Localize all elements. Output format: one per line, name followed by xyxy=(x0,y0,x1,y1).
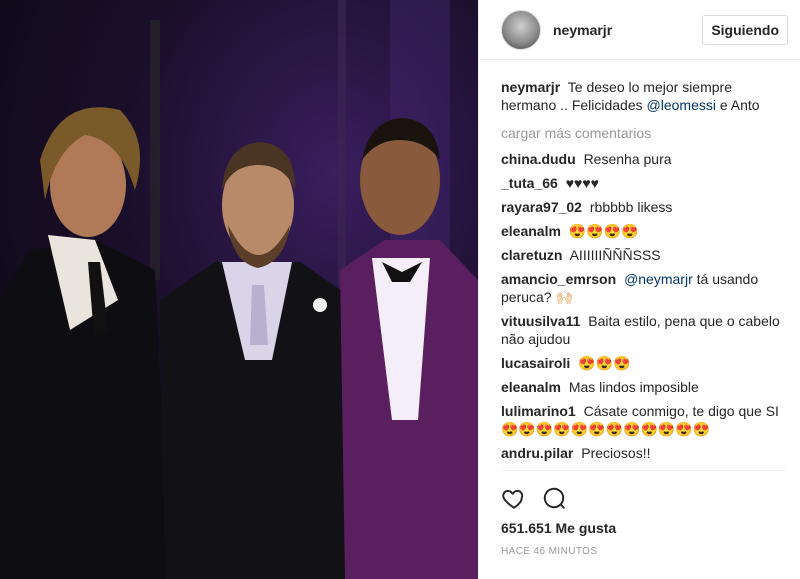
comment-item: lucasairoli 😍😍😍 xyxy=(501,354,786,372)
comments-list: neymarjr Te deseo lo mejor siempre herma… xyxy=(479,60,800,470)
comment-item: vituusilva11 Baita estilo, pena que o ca… xyxy=(501,312,786,348)
post-photo[interactable] xyxy=(0,0,478,579)
comment-text: 😍😍😍😍 xyxy=(568,223,639,239)
post-header: neymarjr Siguiendo xyxy=(479,0,800,60)
post-timestamp: HACE 46 MINUTOS xyxy=(501,546,598,557)
post-username[interactable]: neymarjr xyxy=(553,22,702,38)
photo-illustration xyxy=(0,0,478,579)
caption-text-end: e Anto xyxy=(719,97,760,113)
comment-item: lulimarino1 Cásate conmigo, te digo que … xyxy=(501,402,786,438)
comment-author[interactable]: claretuzn xyxy=(501,247,562,263)
comment-icon[interactable] xyxy=(541,485,567,511)
comment-item: china.dudu Resenha pura xyxy=(501,150,786,168)
comment-mention[interactable]: @neymarjr xyxy=(624,271,693,287)
load-more-comments[interactable]: cargar más comentarios xyxy=(501,124,786,142)
comment-author[interactable]: andru.pilar xyxy=(501,445,573,461)
comment-item: andru.pilar Preciosos!! xyxy=(501,444,786,462)
comment-item: claretuzn AIIIIIIÑÑÑSSS xyxy=(501,246,786,264)
comment-text: ♥♥♥♥ xyxy=(565,175,599,191)
comment-text: rbbbbb likess xyxy=(589,199,673,215)
comment-item: eleanalm Mas lindos imposible xyxy=(501,378,786,396)
comment-author[interactable]: amancio_emrson xyxy=(501,271,616,287)
caption: neymarjr Te deseo lo mejor siempre herma… xyxy=(501,78,786,114)
heart-icon[interactable] xyxy=(501,485,527,511)
post-sidebar: neymarjr Siguiendo neymarjr Te deseo lo … xyxy=(478,0,800,579)
caption-author[interactable]: neymarjr xyxy=(501,79,560,95)
comment-item: eleanalm 😍😍😍😍 xyxy=(501,222,786,240)
comment-author[interactable]: _tuta_66 xyxy=(501,175,558,191)
comment-text: Mas lindos imposible xyxy=(568,379,699,395)
comment-text: AIIIIIIÑÑÑSSS xyxy=(569,247,661,263)
comment-text: Resenha pura xyxy=(583,151,672,167)
caption-mention[interactable]: @leomessi xyxy=(647,97,716,113)
likes-count[interactable]: 651.651 Me gusta xyxy=(501,520,786,536)
avatar[interactable] xyxy=(501,9,541,50)
comment-author[interactable]: eleanalm xyxy=(501,223,561,239)
comment-item: amancio_emrson @neymarjr tá usando peruc… xyxy=(501,270,786,306)
post-actions xyxy=(501,470,786,514)
comment-author[interactable]: lulimarino1 xyxy=(501,403,576,419)
comment-text: Preciosos!! xyxy=(581,445,651,461)
comment-author[interactable]: china.dudu xyxy=(501,151,576,167)
comment-author[interactable]: rayara97_02 xyxy=(501,199,582,215)
comment-author[interactable]: lucasairoli xyxy=(501,355,570,371)
comment-text: 😍😍😍 xyxy=(578,355,631,371)
comment-author[interactable]: vituusilva11 xyxy=(501,313,580,329)
comment-item: rayara97_02 rbbbbb likess xyxy=(501,198,786,216)
instagram-post: neymarjr Siguiendo neymarjr Te deseo lo … xyxy=(0,0,800,579)
following-button[interactable]: Siguiendo xyxy=(702,14,788,45)
bottom-spacer xyxy=(479,557,800,579)
comment-item: _tuta_66 ♥♥♥♥ xyxy=(501,174,786,192)
comment-author[interactable]: eleanalm xyxy=(501,379,561,395)
